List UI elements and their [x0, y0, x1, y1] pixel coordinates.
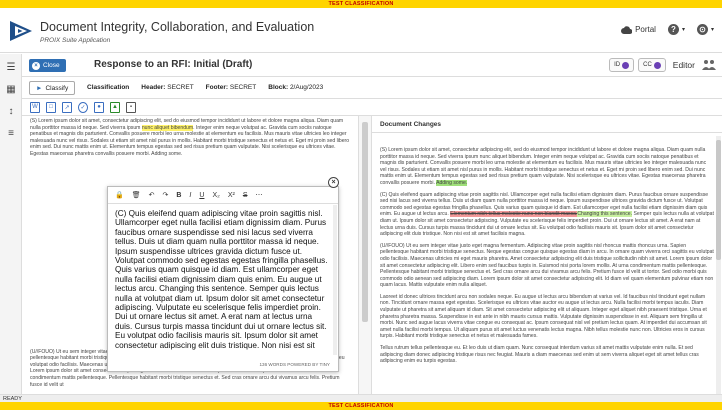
- file-toolbar: W □ ↗ ✓ ● ▲ ▪: [22, 99, 722, 116]
- block-meta-label: Block:: [268, 84, 289, 91]
- document-title: Response to an RFI: Initial (Draft): [94, 59, 253, 70]
- play-icon: ►: [36, 84, 43, 92]
- cc-toggle[interactable]: CC: [638, 58, 666, 72]
- classify-label: Classify: [45, 84, 69, 92]
- comment-icon[interactable]: ●: [94, 101, 104, 113]
- deleted-text: Elementum nibh tellus molestie nunc non …: [450, 211, 578, 218]
- popup-scrollbar[interactable]: [333, 205, 337, 355]
- change-paragraph-4: Laoreet id donec ultrices tincidunt arcu…: [380, 293, 707, 340]
- status-dot-icon: [622, 61, 630, 69]
- status-bar: READY: [0, 394, 722, 402]
- inline-editor-popup[interactable]: 🔒 🗑 ↶ ↷ B I U X₂ X² S ⋯ (C) Quis eleifen…: [107, 186, 339, 372]
- app-title: Document Integrity, Collaboration, and E…: [40, 20, 315, 34]
- id-label: ID: [614, 62, 621, 68]
- delete-icon[interactable]: 🗑: [132, 191, 141, 199]
- editor-role-label: Editor: [672, 60, 695, 70]
- list-icon[interactable]: ≡: [3, 126, 19, 140]
- left-rail: ☰ ▦ ↕ ≡: [0, 54, 22, 402]
- portal-label: Portal: [635, 25, 656, 34]
- block-meta: Block: 2/Aug/2023: [268, 84, 323, 91]
- grid-icon[interactable]: ▦: [3, 82, 19, 96]
- header-meta-label: Header:: [141, 84, 166, 91]
- word-count: 136 WORDS POWERED BY TINY: [259, 362, 330, 367]
- footer-meta-value: SECRET: [229, 84, 257, 91]
- chevron-down-icon: ▾: [710, 27, 714, 33]
- word-doc-icon[interactable]: W: [30, 101, 40, 113]
- classify-button[interactable]: ► Classify: [29, 81, 76, 95]
- change-paragraph-2: (C) Quis eleifend quam adipiscing vitae …: [372, 192, 722, 243]
- user-menu[interactable]: ⊙ ▾: [696, 24, 714, 35]
- portal-link[interactable]: Portal: [621, 25, 656, 34]
- close-icon: ×: [32, 61, 40, 70]
- document-toolbar: × Close Response to an RFI: Initial (Dra…: [22, 54, 722, 77]
- app-subtitle: PROIX Suite Application: [40, 37, 111, 44]
- paragraph-text: (S) Lorem ipsum dolor sit amet, consecte…: [380, 147, 707, 186]
- superscript-icon[interactable]: X²: [228, 192, 235, 199]
- scrollbar-thumb[interactable]: [716, 140, 721, 260]
- header-meta-value: SECRET: [167, 84, 194, 91]
- export-icon[interactable]: ▪: [126, 101, 136, 113]
- changes-scrollbar[interactable]: [716, 136, 721, 398]
- lock-icon[interactable]: 🔒: [115, 191, 124, 199]
- subscript-icon[interactable]: X₂: [212, 192, 219, 199]
- classification-toolbar: ► Classify Classification Header: SECRET…: [22, 77, 722, 99]
- header-actions: Portal ? ▾ ⊙ ▾: [621, 24, 714, 35]
- menu-icon[interactable]: ☰: [3, 60, 19, 74]
- document-changes-pane: Document Changes (S) Lorem ipsum dolor s…: [372, 116, 722, 402]
- help-menu[interactable]: ? ▾: [667, 24, 685, 35]
- split-icon[interactable]: ↕: [3, 104, 19, 118]
- classification-banner-bottom: TEST CLASSIFICATION: [0, 402, 722, 410]
- underline-icon[interactable]: U: [199, 192, 204, 199]
- highlighted-text: nunc aliquet bibendum: [141, 124, 194, 131]
- footer-meta-label: Footer:: [205, 84, 229, 91]
- help-icon: ?: [667, 24, 679, 35]
- splitter-scrollbar[interactable]: [362, 122, 368, 322]
- inserted-text: Adding some.: [436, 179, 468, 186]
- bold-icon[interactable]: B: [176, 192, 181, 199]
- collaborators-icon[interactable]: [702, 59, 716, 71]
- file-icon[interactable]: □: [46, 101, 56, 113]
- cc-label: CC: [643, 62, 652, 68]
- change-paragraph-5: Tellus rutrum tellus pellentesque eu. Et…: [380, 345, 699, 365]
- block-meta-value: 2/Aug/2023: [289, 84, 324, 91]
- changes-body: (S) Lorem ipsum dolor sit amet, consecte…: [372, 133, 722, 370]
- share-icon[interactable]: ↗: [62, 101, 72, 113]
- app-logo-icon: [10, 21, 32, 41]
- classification-label: Classification: [87, 84, 130, 91]
- chevron-down-icon: ▾: [681, 27, 685, 33]
- document-changes-title: Document Changes: [372, 116, 722, 133]
- close-label: Close: [43, 62, 60, 69]
- inserted-text: Changing this sentence.: [577, 211, 633, 218]
- id-toggle[interactable]: ID: [609, 58, 635, 72]
- user-icon: ⊙: [696, 24, 708, 35]
- change-paragraph-3: (U//FOUO) Ut eu sem integer vitae justo …: [380, 242, 714, 289]
- undo-icon[interactable]: ↶: [149, 191, 155, 199]
- paragraph-1[interactable]: (S) Lorem ipsum dolor sit amet, consecte…: [22, 118, 358, 158]
- editor-textarea[interactable]: (C) Quis eleifend quam adipiscing vitae …: [108, 204, 338, 350]
- formatting-toolbar: 🔒 🗑 ↶ ↷ B I U X₂ X² S ⋯: [108, 187, 338, 204]
- check-circle-icon[interactable]: ✓: [78, 101, 88, 113]
- close-popup-icon[interactable]: ×: [328, 177, 339, 188]
- header-meta: Header: SECRET: [141, 84, 193, 91]
- editor-controls: ID CC Editor: [609, 58, 716, 72]
- redo-icon[interactable]: ↷: [162, 191, 168, 199]
- pane-splitter[interactable]: [358, 116, 372, 402]
- change-paragraph-1: (S) Lorem ipsum dolor sit amet, consecte…: [372, 147, 722, 192]
- classification-banner-top: TEST CLASSIFICATION: [0, 0, 722, 8]
- italic-icon[interactable]: I: [189, 192, 191, 199]
- footer-meta: Footer: SECRET: [206, 84, 257, 91]
- status-dot-icon: [653, 61, 661, 69]
- cloud-icon: [621, 25, 633, 34]
- app-header: Document Integrity, Collaboration, and E…: [0, 8, 722, 53]
- close-button[interactable]: × Close: [29, 59, 66, 72]
- strikethrough-icon[interactable]: S: [243, 192, 248, 199]
- classification-meta: Classification Header: SECRET Footer: SE…: [87, 84, 323, 91]
- image-icon[interactable]: ▲: [110, 101, 120, 113]
- more-icon[interactable]: ⋯: [256, 191, 263, 199]
